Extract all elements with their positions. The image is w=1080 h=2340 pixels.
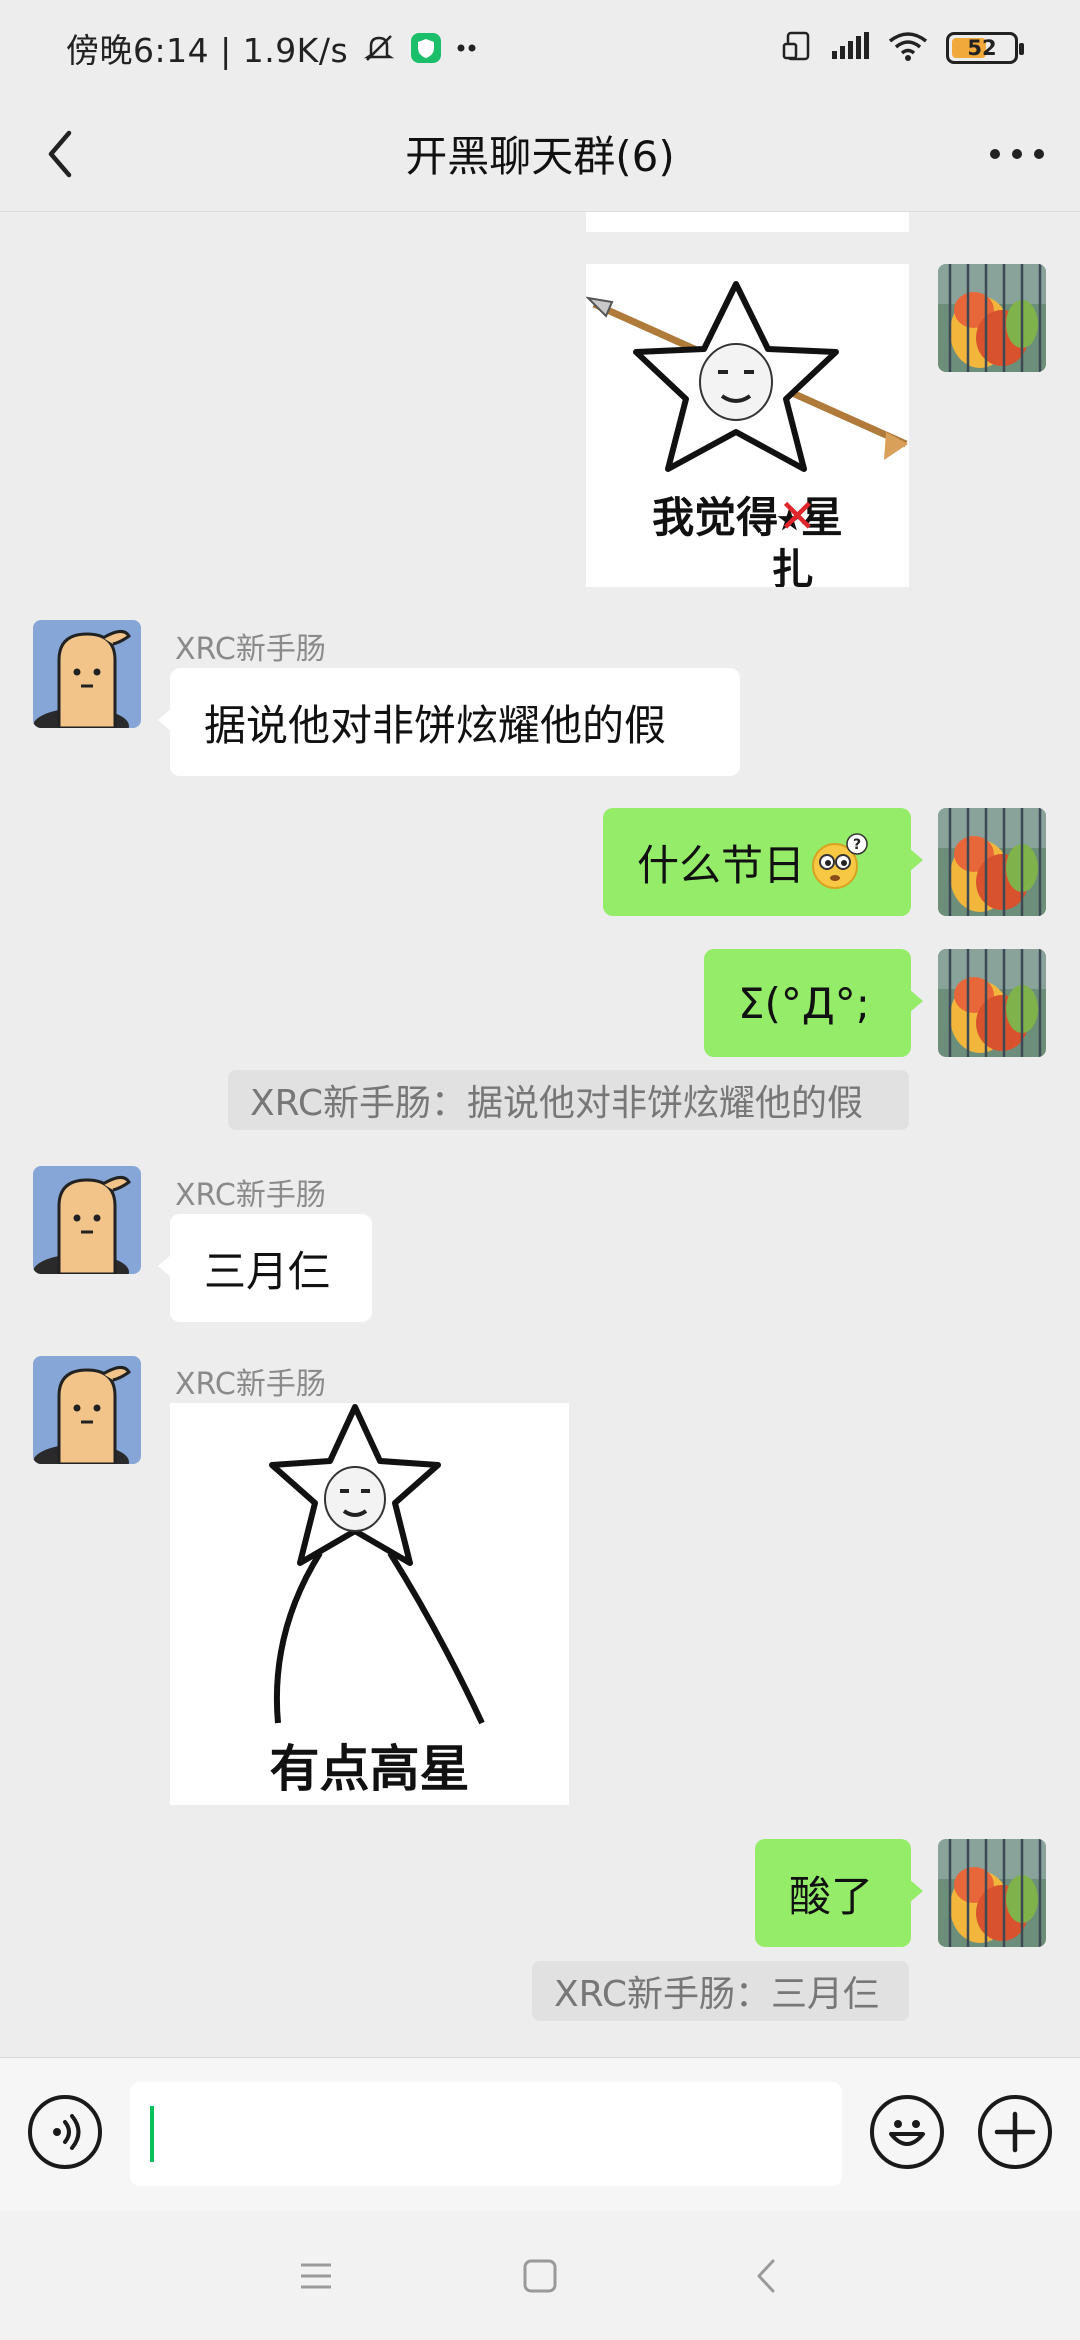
message-bubble-in[interactable]: 据说他对非饼炫耀他的假 [158, 668, 740, 776]
back-button[interactable] [30, 124, 90, 184]
message-bubble-out[interactable]: 什么节日 ? [603, 808, 923, 916]
message-bubble-out[interactable]: 酸了 [755, 1839, 923, 1947]
parrot-avatar-icon [938, 808, 1046, 916]
self-avatar[interactable] [938, 949, 1046, 1057]
sticker-message-in[interactable]: 有点高星 [170, 1403, 569, 1805]
dots-icon [456, 43, 478, 53]
chat-title: 开黑聊天群(6) [405, 132, 675, 181]
wifi-icon [888, 31, 928, 65]
parrot-avatar-icon [938, 949, 1046, 1057]
sticker-caption-line2: 扎 [771, 545, 814, 587]
status-right-group: 52 [782, 30, 1024, 66]
more-button[interactable] [984, 124, 1050, 184]
add-button[interactable] [978, 2095, 1052, 2169]
home-square-icon [523, 2259, 557, 2293]
message-text: 什么节日 [637, 840, 806, 890]
quote-reference[interactable]: XRC新手肠：三月仨 [532, 1961, 909, 2021]
menu-icon [301, 2263, 331, 2289]
wechat-chat-screen: 傍晚6:14 | 1.9K/s 52 开黑聊天群(6) 我觉得⭑ ✕ 星 扎 X… [0, 0, 1080, 2340]
sticker-caption: 有点高星 [269, 1740, 470, 1798]
home-button[interactable] [515, 2251, 565, 2301]
battery-icon: 52 [946, 32, 1024, 64]
bell-muted-icon [362, 31, 396, 65]
sender-name: XRC新手肠 [175, 632, 326, 667]
quote-text: XRC新手肠：据说他对非饼炫耀他的假 [250, 1083, 864, 1124]
quote-reference[interactable]: XRC新手肠：据说他对非饼炫耀他的假 [228, 1070, 909, 1130]
text-caret [150, 2106, 154, 2162]
self-avatar[interactable] [938, 264, 1046, 372]
parrot-avatar-icon [938, 264, 1046, 372]
system-nav-bar [0, 2211, 1080, 2340]
sausage-avatar-icon [33, 1166, 141, 1274]
plus-icon [994, 2111, 1036, 2153]
battery-level: 52 [967, 36, 997, 60]
sticker-message-out[interactable]: 我觉得⭑ ✕ 星 扎 [586, 264, 909, 587]
emoji-icon [889, 2120, 925, 2146]
message-text: Σ(°Д°; [738, 978, 870, 1028]
sausage-avatar-icon [33, 1356, 141, 1464]
thinking-face-icon: ? [812, 833, 868, 889]
message-bubble-out[interactable]: Σ(°Д°; [704, 949, 923, 1057]
sender-avatar[interactable] [33, 1166, 141, 1274]
sender-name: XRC新手肠 [175, 1367, 326, 1402]
signal-icon [830, 31, 870, 65]
emoji-button[interactable] [870, 2095, 944, 2169]
sender-avatar[interactable] [33, 1356, 141, 1464]
sender-name: XRC新手肠 [175, 1178, 326, 1213]
message-bubble-in[interactable]: 三月仨 [158, 1214, 372, 1322]
input-bar [0, 2057, 1080, 2211]
message-text: 三月仨 [204, 1246, 331, 1296]
previous-sticker[interactable] [586, 212, 909, 232]
screen-rotate-icon [782, 30, 812, 66]
status-time-speed: 傍晚6:14 | 1.9K/s [66, 31, 349, 70]
chevron-left-icon [48, 130, 72, 178]
voice-icon [53, 2114, 81, 2150]
more-dots-icon [990, 149, 1044, 159]
chat-header: 开黑聊天群(6) [0, 96, 1080, 212]
self-avatar[interactable] [938, 1839, 1046, 1947]
parrot-avatar-icon [938, 1839, 1046, 1947]
shield-app-icon [410, 32, 442, 64]
sausage-avatar-icon [33, 620, 141, 728]
self-avatar[interactable] [938, 808, 1046, 916]
voice-button[interactable] [28, 2095, 102, 2169]
quote-text: XRC新手肠：三月仨 [554, 1974, 880, 2015]
message-text: 据说他对非饼炫耀他的假 [204, 700, 667, 750]
message-list[interactable]: 我觉得⭑ ✕ 星 扎 XRC新手肠 据说他对非饼炫耀他的假 什么节日 ? Σ(°… [0, 212, 1080, 2057]
svg-text:?: ? [853, 837, 861, 853]
back-chevron-icon [757, 2259, 775, 2293]
message-input[interactable] [130, 2082, 842, 2186]
sender-avatar[interactable] [33, 620, 141, 728]
status-bar: 傍晚6:14 | 1.9K/s 52 [0, 0, 1080, 96]
back-nav-button[interactable] [741, 2251, 791, 2301]
message-text: 酸了 [789, 1871, 874, 1921]
menu-button[interactable] [291, 2251, 341, 2301]
